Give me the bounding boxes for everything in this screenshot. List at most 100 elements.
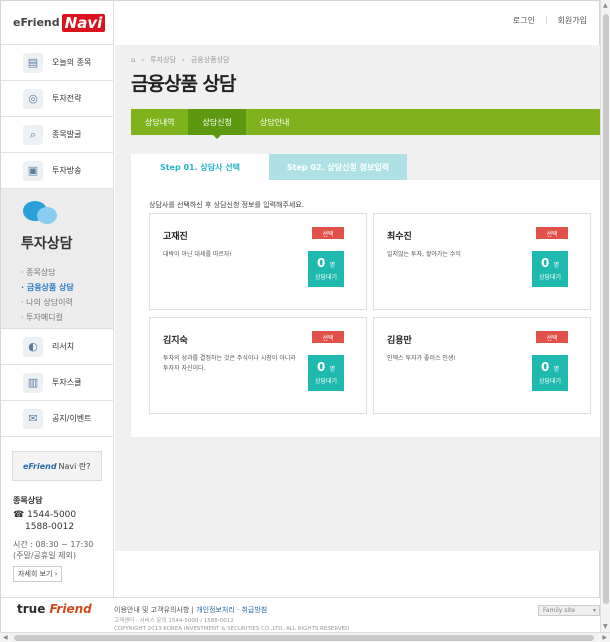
footer-contact-line: 고객센터 : 서비스 문의 1544-5000 / 1588-0012 (114, 618, 234, 624)
sidebar-item-label: 투자스쿨 (52, 378, 82, 387)
sidebar-item-label: 투자방송 (52, 166, 82, 175)
consultant-card[interactable]: 최수진 일지않는 투자, 쌓아가는 수익 선택 0 명 상담대기 (373, 213, 591, 310)
scroll-up-icon[interactable]: ▲ (603, 2, 608, 9)
breadcrumb-item[interactable]: 금융상품상담 (191, 55, 230, 65)
sidebar-item[interactable]: ▤ 오늘의 종목 (1, 45, 113, 81)
promo-text: Navi 란? (58, 461, 91, 471)
wait-label: 상담대기 (314, 274, 338, 281)
step-1[interactable]: Step 01. 상담사 선택 (131, 154, 269, 180)
top-links-separator: | (544, 15, 548, 24)
gift-icon: ✉ (23, 408, 43, 429)
login-link[interactable]: 로그인 (513, 15, 535, 26)
scroll-right-icon[interactable]: ▶ (602, 634, 607, 641)
submenu-item[interactable]: 금융상품 상담 (21, 280, 113, 295)
tv-icon: ▣ (23, 160, 43, 181)
footer-terms-link[interactable]: 이용안내 및 고객유의사항 (114, 606, 189, 614)
signup-link[interactable]: 회원가입 (558, 15, 587, 26)
tab-1[interactable]: 상담내역 (131, 109, 188, 135)
contact-phone2: 1588-0012 (25, 522, 75, 532)
logo-prefix: eFriend (13, 16, 60, 29)
footer-privacy-link[interactable]: 개인정보처리 · 취급방침 (196, 606, 267, 614)
horizontal-scroll-thumb[interactable] (14, 635, 594, 641)
contact-holiday: (주말/공휴일 제외) (13, 551, 76, 560)
consultant-description: 대박이 아닌 대세를 따르자! (163, 251, 232, 258)
sidebar-item-label: 오늘의 종목 (52, 58, 92, 67)
breadcrumb-separator-icon: › (141, 56, 145, 64)
vertical-scroll-thumb[interactable] (603, 14, 609, 604)
footer-logo-a: true (17, 602, 46, 616)
contact-hours: 시간 : 08:30 ~ 17:30 (13, 540, 94, 549)
target-icon: ◎ (23, 88, 43, 109)
wait-label: 상담대기 (538, 378, 562, 385)
sidebar-item-label: 투자전략 (52, 94, 82, 103)
tab-2[interactable]: 상담신청 (188, 109, 246, 139)
select-button[interactable]: 선택 (536, 227, 568, 239)
promo-brand: eFriend (23, 461, 57, 471)
wait-unit: 명 (329, 366, 336, 373)
wait-count-box: 0 명상담대기 (308, 251, 344, 287)
vertical-scrollbar[interactable]: ▲ ▼ (600, 0, 610, 632)
consultant-name: 김용만 (387, 336, 412, 346)
tab-bar: 상담내역 상담신청 상담안내 (131, 109, 601, 139)
sidebar-active-title[interactable]: 투자상담 (21, 233, 113, 253)
speech-bubble-icon (23, 197, 59, 227)
footer-links: 이용안내 및 고객유의사항 | 개인정보처리 · 취급방침 (114, 605, 267, 615)
logo[interactable]: eFriend Navi (1, 1, 113, 45)
wait-count: 0 명 (540, 360, 560, 374)
consultant-description: 투자의 성과를 결정하는 것은 주식이나 시장이 아니라 투자자 자신이다. (163, 355, 296, 372)
breadcrumb: ⌂ › 투자상담 › 금융상품상담 (131, 55, 229, 65)
wait-label: 상담대기 (314, 378, 338, 385)
breadcrumb-item[interactable]: 투자상담 (150, 55, 176, 65)
consultant-panel: 상담사를 선택하신 후 상담신청 정보를 입력해주세요. 고재진 대박이 아닌 대… (131, 180, 600, 437)
sidebar-item[interactable]: ⌕ 종목발굴 (1, 117, 113, 153)
wait-unit: 명 (553, 262, 560, 269)
footer-small-text: 고객센터 : 서비스 문의 1544-5000 / 1588-0012 COPY… (114, 617, 349, 633)
sidebar-item[interactable]: ▣ 투자방송 (1, 153, 113, 189)
tab-3[interactable]: 상담안내 (246, 109, 303, 135)
submenu-item[interactable]: 투자메디컬 (21, 310, 113, 325)
wait-count: 0 명 (316, 360, 336, 374)
instruction-text: 상담사를 선택하신 후 상담신청 정보를 입력해주세요. (149, 201, 305, 209)
navi-promo-banner[interactable]: eFriend Navi 란? (12, 451, 102, 481)
logo-suffix: Navi (61, 13, 106, 32)
more-info-button[interactable]: 자세히 보기 › (13, 566, 63, 582)
main-content: ⌂ › 투자상담 › 금융상품상담 금융상품 상담 상담내역 상담신청 상담안내 Step … (115, 45, 601, 551)
submenu-item[interactable]: 나의 상담이력 (21, 295, 113, 310)
sidebar-item[interactable]: ◐ 리서치 (1, 329, 113, 365)
truefriend-logo[interactable]: true Friend (17, 602, 92, 616)
consultant-description: 인덱스 투자가 좋러스 인생! (387, 355, 456, 362)
scroll-down-icon[interactable]: ▼ (603, 623, 608, 630)
scroll-left-icon[interactable]: ◀ (3, 634, 8, 641)
contact-info: 종목상담 ☎ 1544-5000 1588-0012 시간 : 08:30 ~ … (1, 481, 113, 582)
wait-label: 상담대기 (538, 274, 562, 281)
sidebar-item[interactable]: ✉ 공지/이벤트 (1, 401, 113, 437)
family-site-select[interactable]: Family site (538, 605, 600, 616)
sidebar-item[interactable]: ▥ 투자스쿨 (1, 365, 113, 401)
consultant-card[interactable]: 고재진 대박이 아닌 대세를 따르자! 선택 0 명 상담대기 (149, 213, 367, 310)
consultant-card[interactable]: 김지숙투자의 성과를 결정하는 것은 주식이나 시장이 아니라 투자자 자신이다… (149, 317, 367, 414)
sidebar-active-section: 투자상담 종목상담금융상품 상담나의 상담이력투자메디컬 (1, 189, 113, 329)
wait-unit: 명 (553, 366, 560, 373)
home-icon[interactable]: ⌂ (131, 56, 135, 64)
footer-logo-b: Friend (49, 602, 92, 616)
select-button[interactable]: 선택 (312, 331, 344, 343)
select-button[interactable]: 선택 (536, 331, 568, 343)
wait-count: 0 명 (540, 256, 560, 270)
top-links: 로그인 | 회원가입 (513, 15, 587, 26)
wait-count-box: 0 명상담대기 (308, 355, 344, 391)
browser-frame: eFriend Navi ▤ 오늘의 종목 ◎ 투자전략 ⌕ 종목발굴 ▣ 투자방송 투자상담… (0, 0, 601, 642)
sidebar-item[interactable]: ◎ 투자전략 (1, 81, 113, 117)
wait-unit: 명 (329, 262, 336, 269)
sidebar-menu-top: ▤ 오늘의 종목 ◎ 투자전략 ⌕ 종목발굴 ▣ 투자방송 (1, 45, 113, 189)
submenu-item[interactable]: 종목상담 (21, 265, 113, 280)
sidebar-item-label: 공지/이벤트 (52, 414, 92, 423)
wait-count-box: 0 명상담대기 (532, 251, 568, 287)
consultant-card[interactable]: 김용만인덱스 투자가 좋러스 인생! 선택 0 명상담대기 (373, 317, 591, 414)
page-title: 금융상품 상담 (131, 73, 236, 95)
sidebar-menu-bottom: ◐ 리서치 ▥ 투자스쿨 ✉ 공지/이벤트 (1, 329, 113, 437)
select-button[interactable]: 선택 (312, 227, 344, 239)
consultant-name: 김지숙 (163, 336, 188, 346)
wait-count: 0 명 (316, 256, 336, 270)
magnifier-icon: ⌕ (23, 124, 43, 145)
horizontal-scrollbar[interactable]: ◀ ▶ (0, 632, 610, 642)
